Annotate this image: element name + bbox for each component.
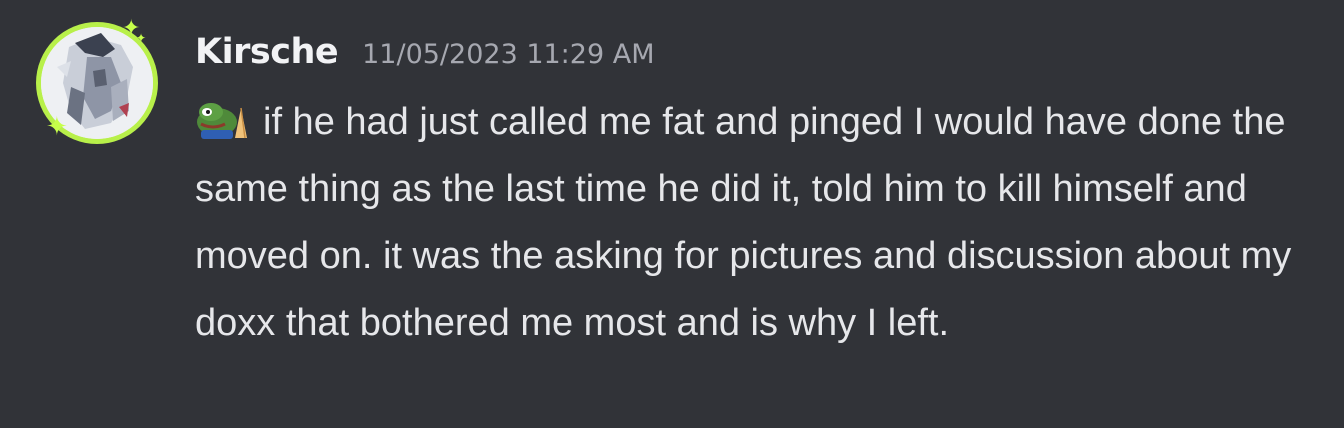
- message-text-content: if he had just called me fat and pinged …: [195, 101, 1292, 344]
- timestamp[interactable]: 11/05/2023 11:29 AM: [362, 39, 654, 70]
- message-text: if he had just called me fat and pinged …: [195, 89, 1325, 357]
- sparkle-icon: ✦: [136, 31, 147, 45]
- praying-pepe-emoji-icon[interactable]: [195, 95, 257, 139]
- username[interactable]: Kirsche: [195, 32, 339, 72]
- message-content: Kirsche 11/05/2023 11:29 AM if he had ju…: [195, 32, 1324, 357]
- sparkle-icon: ✦: [46, 112, 68, 142]
- message-header: Kirsche 11/05/2023 11:29 AM: [195, 32, 1324, 88]
- avatar[interactable]: ✦ ✦ ✦: [36, 18, 158, 144]
- chat-message: ✦ ✦ ✦ Kirsche 11/05/2023 11:29 AM if he …: [0, 0, 1344, 428]
